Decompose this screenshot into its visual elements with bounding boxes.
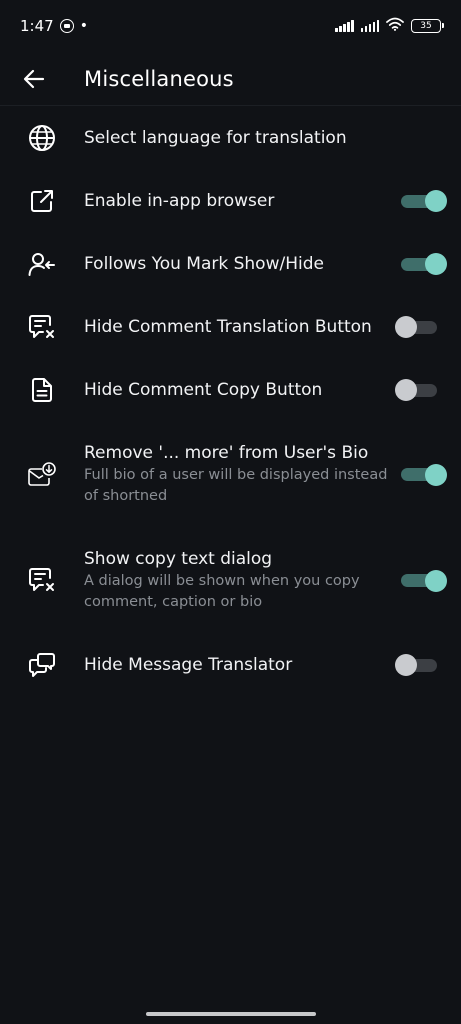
status-right: 35 (335, 17, 444, 35)
setting-show-copy-dialog[interactable]: Show copy text dialog A dialog will be s… (0, 527, 461, 633)
setting-text: Hide Comment Translation Button (84, 316, 393, 338)
setting-text: Hide Message Translator (84, 654, 393, 676)
setting-hide-message-translator[interactable]: Hide Message Translator (0, 633, 461, 696)
notification-dot-icon: • (79, 18, 88, 34)
status-time: 1:47 (20, 17, 54, 35)
setting-label: Hide Comment Copy Button (84, 379, 323, 400)
comment-copy-icon (0, 567, 84, 593)
battery-icon: 35 (411, 19, 444, 33)
setting-text: Follows You Mark Show/Hide (84, 253, 393, 275)
sim-card-icon (59, 19, 74, 33)
setting-text: Select language for translation (84, 127, 439, 149)
setting-remove-more-from-bio[interactable]: Remove '... more' from User's Bio Full b… (0, 421, 461, 527)
setting-text: Hide Comment Copy Button (84, 379, 393, 401)
app-bar: Miscellaneous (0, 52, 461, 106)
setting-in-app-browser[interactable]: Enable in-app browser (0, 169, 461, 232)
setting-label: Enable in-app browser (84, 190, 275, 211)
arrow-left-icon (23, 69, 45, 88)
status-left: 1:47 • (20, 17, 88, 35)
setting-description: Full bio of a user will be displayed ins… (84, 466, 388, 504)
signal-icon (360, 20, 379, 32)
setting-follows-you-mark[interactable]: Follows You Mark Show/Hide (0, 232, 461, 295)
message-translate-icon (0, 652, 84, 678)
setting-label: Select language for translation (84, 127, 347, 148)
setting-label: Show copy text dialog (84, 548, 273, 569)
setting-select-language[interactable]: Select language for translation (0, 106, 461, 169)
setting-hide-comment-translation[interactable]: Hide Comment Translation Button (0, 295, 461, 358)
setting-label: Follows You Mark Show/Hide (84, 253, 324, 274)
show-copy-dialog-toggle[interactable] (401, 568, 447, 592)
setting-text: Remove '... more' from User's Bio Full b… (84, 442, 393, 507)
wifi-icon (386, 17, 404, 35)
setting-text: Enable in-app browser (84, 190, 393, 212)
mail-download-icon (0, 461, 84, 487)
signal-icon (335, 20, 354, 32)
setting-label: Hide Message Translator (84, 654, 293, 675)
status-bar: 1:47 • 35 (0, 0, 461, 52)
in-app-browser-toggle[interactable] (401, 189, 447, 213)
setting-text: Show copy text dialog A dialog will be s… (84, 548, 393, 613)
external-link-icon (0, 188, 84, 214)
comment-translate-off-icon (0, 314, 84, 340)
setting-label: Hide Comment Translation Button (84, 316, 372, 337)
remove-more-from-bio-toggle[interactable] (401, 462, 447, 486)
home-indicator[interactable] (145, 1012, 316, 1016)
page-title: Miscellaneous (84, 66, 234, 91)
setting-hide-comment-copy[interactable]: Hide Comment Copy Button (0, 358, 461, 421)
back-button[interactable] (22, 67, 46, 91)
setting-description: A dialog will be shown when you copy com… (84, 572, 360, 610)
follows-you-mark-toggle[interactable] (401, 252, 447, 276)
settings-list: Select language for translation Enable i… (0, 106, 461, 696)
globe-icon (0, 124, 84, 152)
user-follow-icon (0, 251, 84, 277)
setting-label: Remove '... more' from User's Bio (84, 442, 369, 463)
hide-comment-copy-toggle[interactable] (395, 378, 439, 402)
document-icon (0, 377, 84, 403)
hide-comment-translation-toggle[interactable] (395, 315, 439, 339)
hide-message-translator-toggle[interactable] (395, 653, 439, 677)
